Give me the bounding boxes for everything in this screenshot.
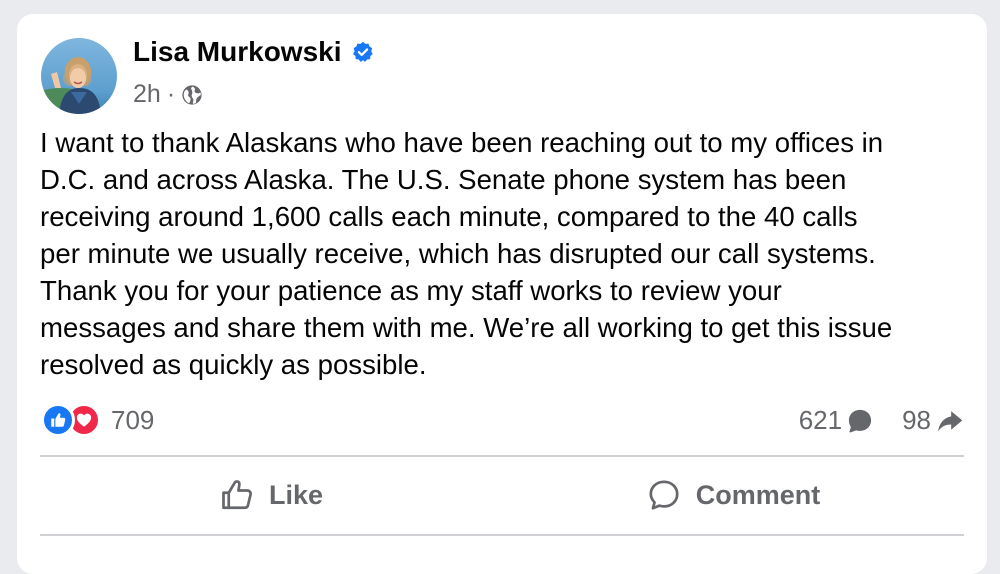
- avatar[interactable]: [41, 38, 117, 114]
- comment-button-label: Comment: [695, 479, 821, 510]
- comment-count-value: 621: [798, 405, 843, 435]
- meta-separator: ·: [166, 80, 176, 108]
- globe-icon[interactable]: [181, 84, 203, 106]
- post-timestamp[interactable]: 2h: [133, 80, 161, 109]
- author-name[interactable]: Lisa Murkowski: [133, 36, 342, 68]
- like-button[interactable]: Like: [40, 458, 502, 532]
- share-count-value: 98: [902, 405, 931, 435]
- share-count[interactable]: 98: [902, 405, 965, 436]
- share-arrow-icon: [935, 407, 965, 435]
- divider: [40, 534, 964, 536]
- post-text-line: receiving around 1,600 calls each minute…: [40, 201, 858, 232]
- divider: [40, 455, 964, 457]
- comment-icon: [646, 477, 682, 513]
- reactions-summary[interactable]: 709: [41, 403, 154, 437]
- post-card: Lisa Murkowski 2h · I want to thank Alas…: [17, 14, 987, 574]
- thumbs-up-icon: [219, 477, 255, 513]
- post-text: I want to thank Alaskans who have been r…: [40, 124, 975, 383]
- reaction-count: 709: [111, 404, 155, 435]
- comment-bubble-icon: [846, 407, 874, 435]
- post-text-line: Thank you for your patience as my staff …: [40, 275, 782, 306]
- post-text-line: D.C. and across Alaska. The U.S. Senate …: [40, 164, 847, 195]
- comment-button[interactable]: Comment: [502, 458, 964, 532]
- verified-badge-icon: [352, 41, 374, 63]
- post-text-line: messages and share them with me. We’re a…: [40, 312, 893, 343]
- like-reaction-icon: [41, 403, 75, 437]
- post-text-line: resolved as quickly as possible.: [40, 349, 427, 380]
- comment-count[interactable]: 621: [799, 405, 874, 436]
- post-text-line: I want to thank Alaskans who have been r…: [40, 127, 884, 158]
- action-bar: Like Comment: [40, 458, 964, 532]
- like-button-label: Like: [268, 479, 324, 510]
- post-text-line: per minute we usually receive, which has…: [40, 238, 876, 269]
